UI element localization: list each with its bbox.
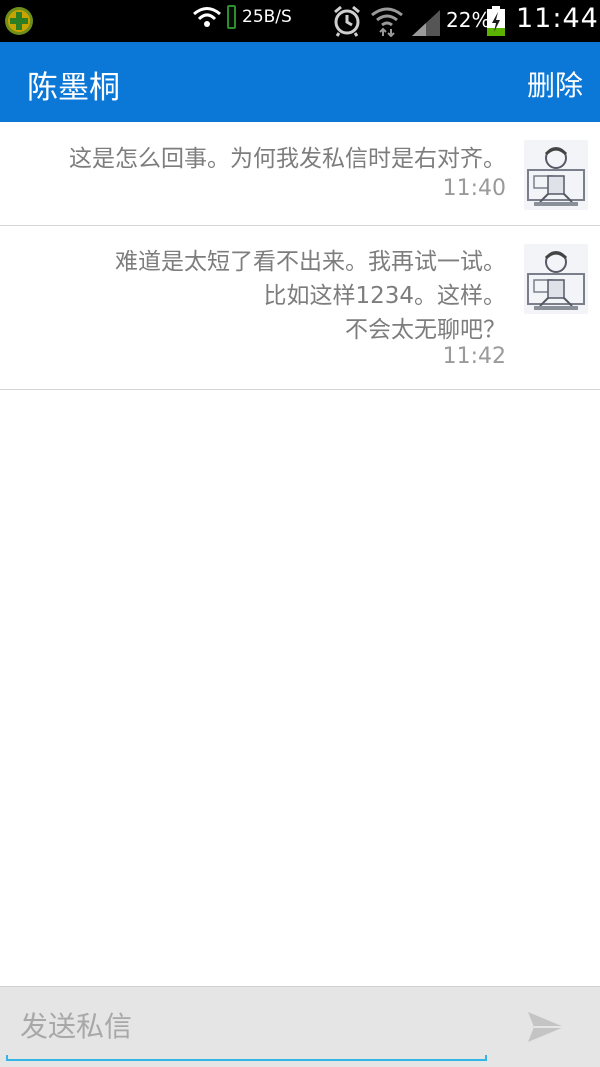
- message-time: 11:42: [442, 344, 506, 369]
- signal-icon: [412, 10, 440, 36]
- network-meter-icon: [227, 5, 236, 29]
- status-bar: 25B/S 22% 11:44: [0, 0, 600, 42]
- battery-percent: 22%: [446, 8, 491, 32]
- avatar[interactable]: [524, 140, 588, 210]
- wifi-icon: [193, 7, 221, 27]
- network-speed-text: 25B/S: [242, 7, 292, 27]
- app-plus-icon: [5, 7, 33, 35]
- battery-charging-icon: [487, 6, 505, 36]
- avatar[interactable]: [524, 244, 588, 314]
- wifi-arrows-icon: [371, 7, 403, 37]
- alarm-icon: [334, 5, 360, 37]
- input-underline: [6, 1055, 487, 1061]
- message-item: 难道是太短了看不出来。我再试一试。 比如这样1234。这样。 不会太无聊吧？ 1…: [0, 226, 600, 390]
- message-input[interactable]: [6, 1003, 487, 1049]
- message-time: 11:40: [442, 176, 506, 201]
- delete-button[interactable]: 删除: [527, 64, 583, 104]
- clock: 11:44: [516, 3, 599, 34]
- title-bar: 陈墨桐 删除: [0, 42, 600, 122]
- message-text: 难道是太短了看不出来。我再试一试。 比如这样1234。这样。 不会太无聊吧？: [115, 249, 506, 343]
- send-icon[interactable]: [526, 1009, 566, 1045]
- message-text: 这是怎么回事。为何我发私信时是右对齐。: [69, 146, 506, 172]
- network-speed: 25B/S: [227, 4, 292, 30]
- conversation-title: 陈墨桐: [27, 70, 120, 106]
- message-item: 这是怎么回事。为何我发私信时是右对齐。 11:40: [0, 122, 600, 226]
- compose-bar: [0, 986, 600, 1067]
